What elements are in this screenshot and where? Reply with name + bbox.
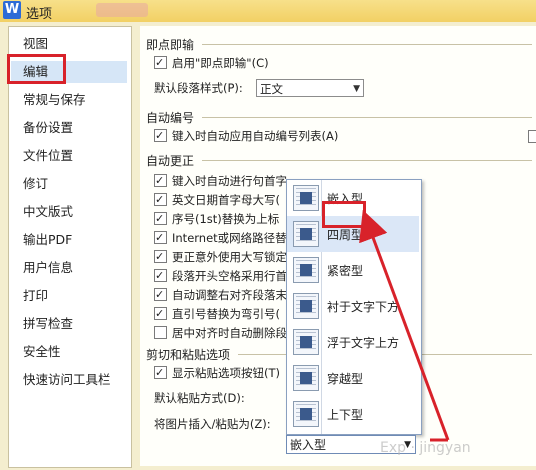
auto-correct-item[interactable]: 更正意外使用大写锁定 [154,248,287,266]
auto-correct-item[interactable]: 居中对齐时自动删除段 [154,324,287,342]
wrap-option-in-front-of-text[interactable]: 浮于文字上方 [287,324,419,360]
section-divider [202,160,532,161]
default-paste-label: 默认粘贴方式(D): [154,391,245,405]
square-wrap-icon [293,221,319,247]
through-wrap-icon [293,365,319,391]
sidebar-item-file-location[interactable]: 文件位置 [23,145,73,167]
auto-correct-checkbox[interactable] [154,267,167,285]
wrap-option-behind-text[interactable]: 衬于文字下方 [287,288,419,324]
default-style-select[interactable]: 正文 ▼ [256,79,364,97]
auto-correct-item[interactable]: 英文日期首字母大写( [154,191,280,209]
sidebar-item-spell-check[interactable]: 拼写检查 [23,313,73,335]
inline-wrap-icon [293,185,319,211]
auto-correct-checkbox[interactable] [154,210,167,228]
auto-correct-item[interactable]: Internet或网络路径替 [154,229,287,247]
wrap-option-tight[interactable]: 紧密型 [287,252,419,288]
auto-numbering-label: 键入时自动应用自动编号列表(A) [172,129,339,143]
auto-numbering-checkbox[interactable] [154,127,167,145]
default-style-value: 正文 [260,82,283,96]
wrap-option-label: 穿越型 [327,372,364,386]
tight-wrap-icon [293,257,319,283]
auto-correct-checkbox[interactable] [154,305,167,323]
auto-correct-checkbox[interactable] [154,326,167,339]
annotation-box-square-wrap [322,201,366,228]
auto-correct-checkbox[interactable] [154,229,167,247]
in-front-of-text-icon [293,329,319,355]
auto-correct-checkbox[interactable] [154,286,167,304]
wrap-option-label: 浮于文字上方 [327,336,400,350]
title-bar: W 选项 [0,0,536,23]
wrap-option-label: 四周型 [327,228,364,242]
sidebar-item-backup[interactable]: 备份设置 [23,117,73,139]
enable-click-and-type-checkbox[interactable] [154,54,167,72]
default-style-label: 默认段落样式(P): [154,81,243,95]
sidebar-item-print[interactable]: 打印 [23,285,48,307]
wrap-option-label: 衬于文字下方 [327,300,400,314]
auto-numbering-row[interactable]: 键入时自动应用自动编号列表(A) [154,127,338,145]
auto-correct-label: 居中对齐时自动删除段 [172,326,287,340]
watermark: Exp · jingyan [380,440,471,456]
top-bottom-wrap-icon [293,401,319,427]
auto-correct-label: 段落开头空格采用行首 [172,269,287,283]
annotation-box-edit [7,54,66,84]
show-paste-button-row[interactable]: 显示粘贴选项按钮(T) [154,364,280,382]
section-title-auto-correct: 自动更正 [146,154,195,168]
options-sidebar: 视图 编辑 常规与保存 备份设置 文件位置 修订 中文版式 输出PDF 用户信息… [8,26,132,468]
section-divider [202,117,532,118]
wrap-option-label: 紧密型 [327,264,364,278]
auto-correct-item[interactable]: 自动调整右对齐段落末 [154,286,287,304]
enable-click-and-type-label: 启用"即点即输"(C) [172,56,269,70]
sidebar-item-view[interactable]: 视图 [23,33,48,55]
dropdown-arrow-icon: ▼ [353,84,360,94]
sidebar-item-chinese-layout[interactable]: 中文版式 [23,201,73,223]
sidebar-item-security[interactable]: 安全性 [23,341,61,363]
sidebar-item-general-save[interactable]: 常规与保存 [23,89,86,111]
auto-correct-item[interactable]: 直引号替换为弯引号( [154,305,280,323]
show-paste-button-label: 显示粘贴选项按钮(T) [172,366,280,380]
auto-correct-checkbox[interactable] [154,191,167,209]
auto-correct-item[interactable]: 段落开头空格采用行首 [154,267,287,285]
sidebar-item-user-info[interactable]: 用户信息 [23,257,73,279]
auto-correct-label: 序号(1st)替换为上标 [172,212,280,226]
wrap-option-label: 上下型 [327,408,364,422]
sidebar-item-revision[interactable]: 修订 [23,173,48,195]
insert-picture-label: 将图片插入/粘贴为(Z): [154,417,271,431]
auto-correct-label: 直引号替换为弯引号( [172,307,280,321]
right-edge-checkbox[interactable] [528,130,536,143]
window-title: 选项 [26,7,53,22]
wrap-option-through[interactable]: 穿越型 [287,360,419,396]
auto-correct-label: 英文日期首字母大写( [172,193,280,207]
insert-picture-value: 嵌入型 [290,438,327,452]
show-paste-button-checkbox[interactable] [154,364,167,382]
auto-correct-label: 更正意外使用大写锁定 [172,250,287,264]
auto-correct-label: 键入时自动进行句首字 [172,174,287,188]
enable-click-and-type-row[interactable]: 启用"即点即输"(C) [154,54,269,72]
section-title-click-and-type: 即点即输 [146,38,195,52]
wrap-option-top-bottom[interactable]: 上下型 [287,396,419,432]
section-title-cut-paste: 剪切和粘贴选项 [146,348,231,362]
auto-correct-label: 自动调整右对齐段落末 [172,288,287,302]
behind-text-icon [293,293,319,319]
section-title-auto-numbering: 自动编号 [146,111,195,125]
auto-correct-label: Internet或网络路径替 [172,231,287,245]
app-icon: W [3,1,21,19]
blurred-text [96,3,148,17]
auto-correct-item[interactable]: 序号(1st)替换为上标 [154,210,279,228]
auto-correct-item[interactable]: 键入时自动进行句首字 [154,172,287,190]
section-divider [202,44,532,45]
options-dialog: 视图 编辑 常规与保存 备份设置 文件位置 修订 中文版式 输出PDF 用户信息… [0,22,536,470]
sidebar-item-quick-access[interactable]: 快速访问工具栏 [23,369,111,391]
auto-correct-checkbox[interactable] [154,248,167,266]
sidebar-item-output-pdf[interactable]: 输出PDF [23,229,72,251]
auto-correct-checkbox[interactable] [154,172,167,190]
